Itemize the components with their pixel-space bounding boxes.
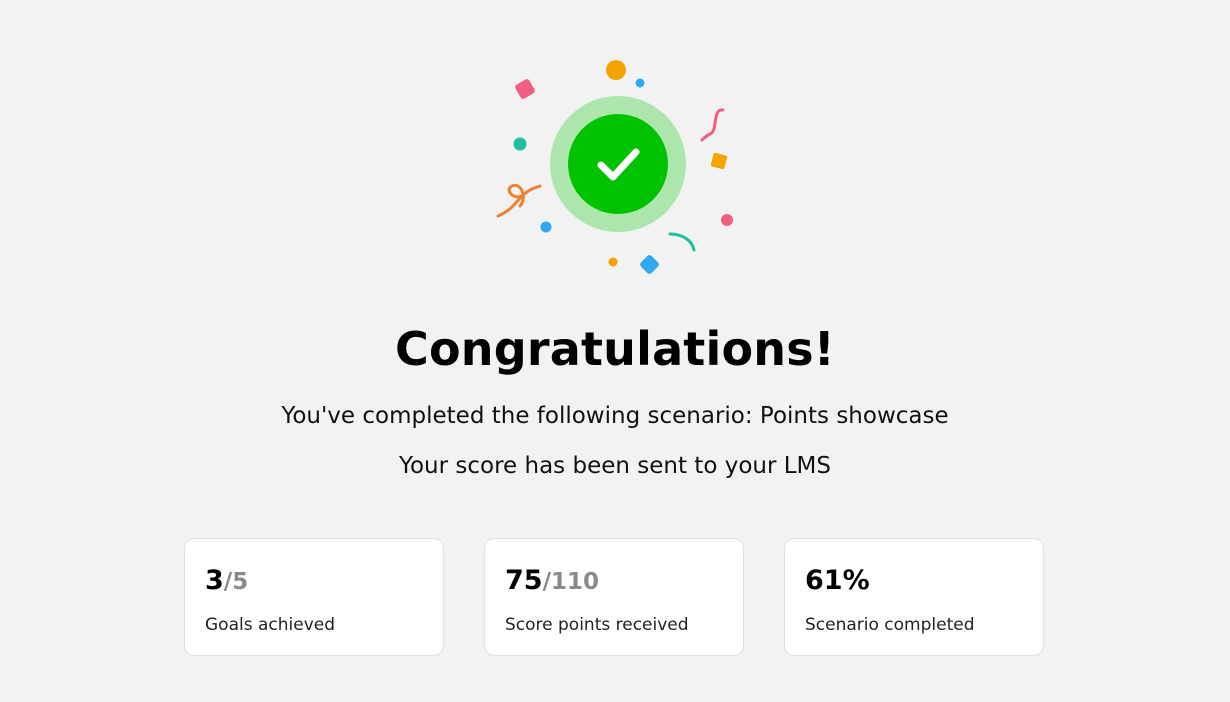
score-total: /110 — [542, 569, 599, 595]
goals-value: 3/5 — [205, 565, 248, 596]
confetti-dot-orange-small — [608, 257, 618, 267]
scenario-completed-message: You've completed the following scenario:… — [281, 403, 949, 429]
confetti-squiggle-pink — [700, 108, 725, 142]
confetti-icon — [496, 60, 733, 274]
score-card: 75/110 Score points received — [484, 538, 744, 656]
confetti-dot-blue — [540, 221, 552, 233]
confetti-diamond-blue — [640, 255, 659, 274]
confetti-square-orange — [710, 152, 728, 170]
confetti-dot-pink — [721, 214, 733, 226]
score-label: Score points received — [505, 615, 689, 635]
confetti-dot-orange — [606, 60, 626, 80]
completion-card: 61% Scenario completed — [784, 538, 1044, 656]
celebration-illustration — [490, 50, 740, 285]
stats-row: 3/5 Goals achieved 75/110 Score points r… — [184, 538, 1046, 656]
score-received: 75 — [505, 565, 543, 596]
goals-total: /5 — [223, 569, 249, 595]
score-value: 75/110 — [505, 565, 599, 596]
confetti-dot-blue-small — [635, 78, 645, 88]
goals-achieved-count: 3 — [205, 565, 224, 596]
page-title: Congratulations! — [395, 322, 835, 376]
confetti-dot-teal — [513, 137, 527, 151]
confetti-streamer-orange — [496, 183, 542, 218]
check-circle-icon — [550, 96, 686, 232]
confetti-square-pink — [515, 79, 535, 99]
goals-card: 3/5 Goals achieved — [184, 538, 444, 656]
completion-percent: 61% — [805, 565, 870, 596]
completion-label: Scenario completed — [805, 615, 975, 635]
goals-label: Goals achieved — [205, 615, 336, 635]
lms-status-message: Your score has been sent to your LMS — [398, 453, 831, 479]
completion-value: 61% — [805, 565, 870, 596]
completion-page: Congratulations! You've completed the fo… — [0, 0, 1230, 702]
confetti-arc-teal — [668, 232, 696, 252]
